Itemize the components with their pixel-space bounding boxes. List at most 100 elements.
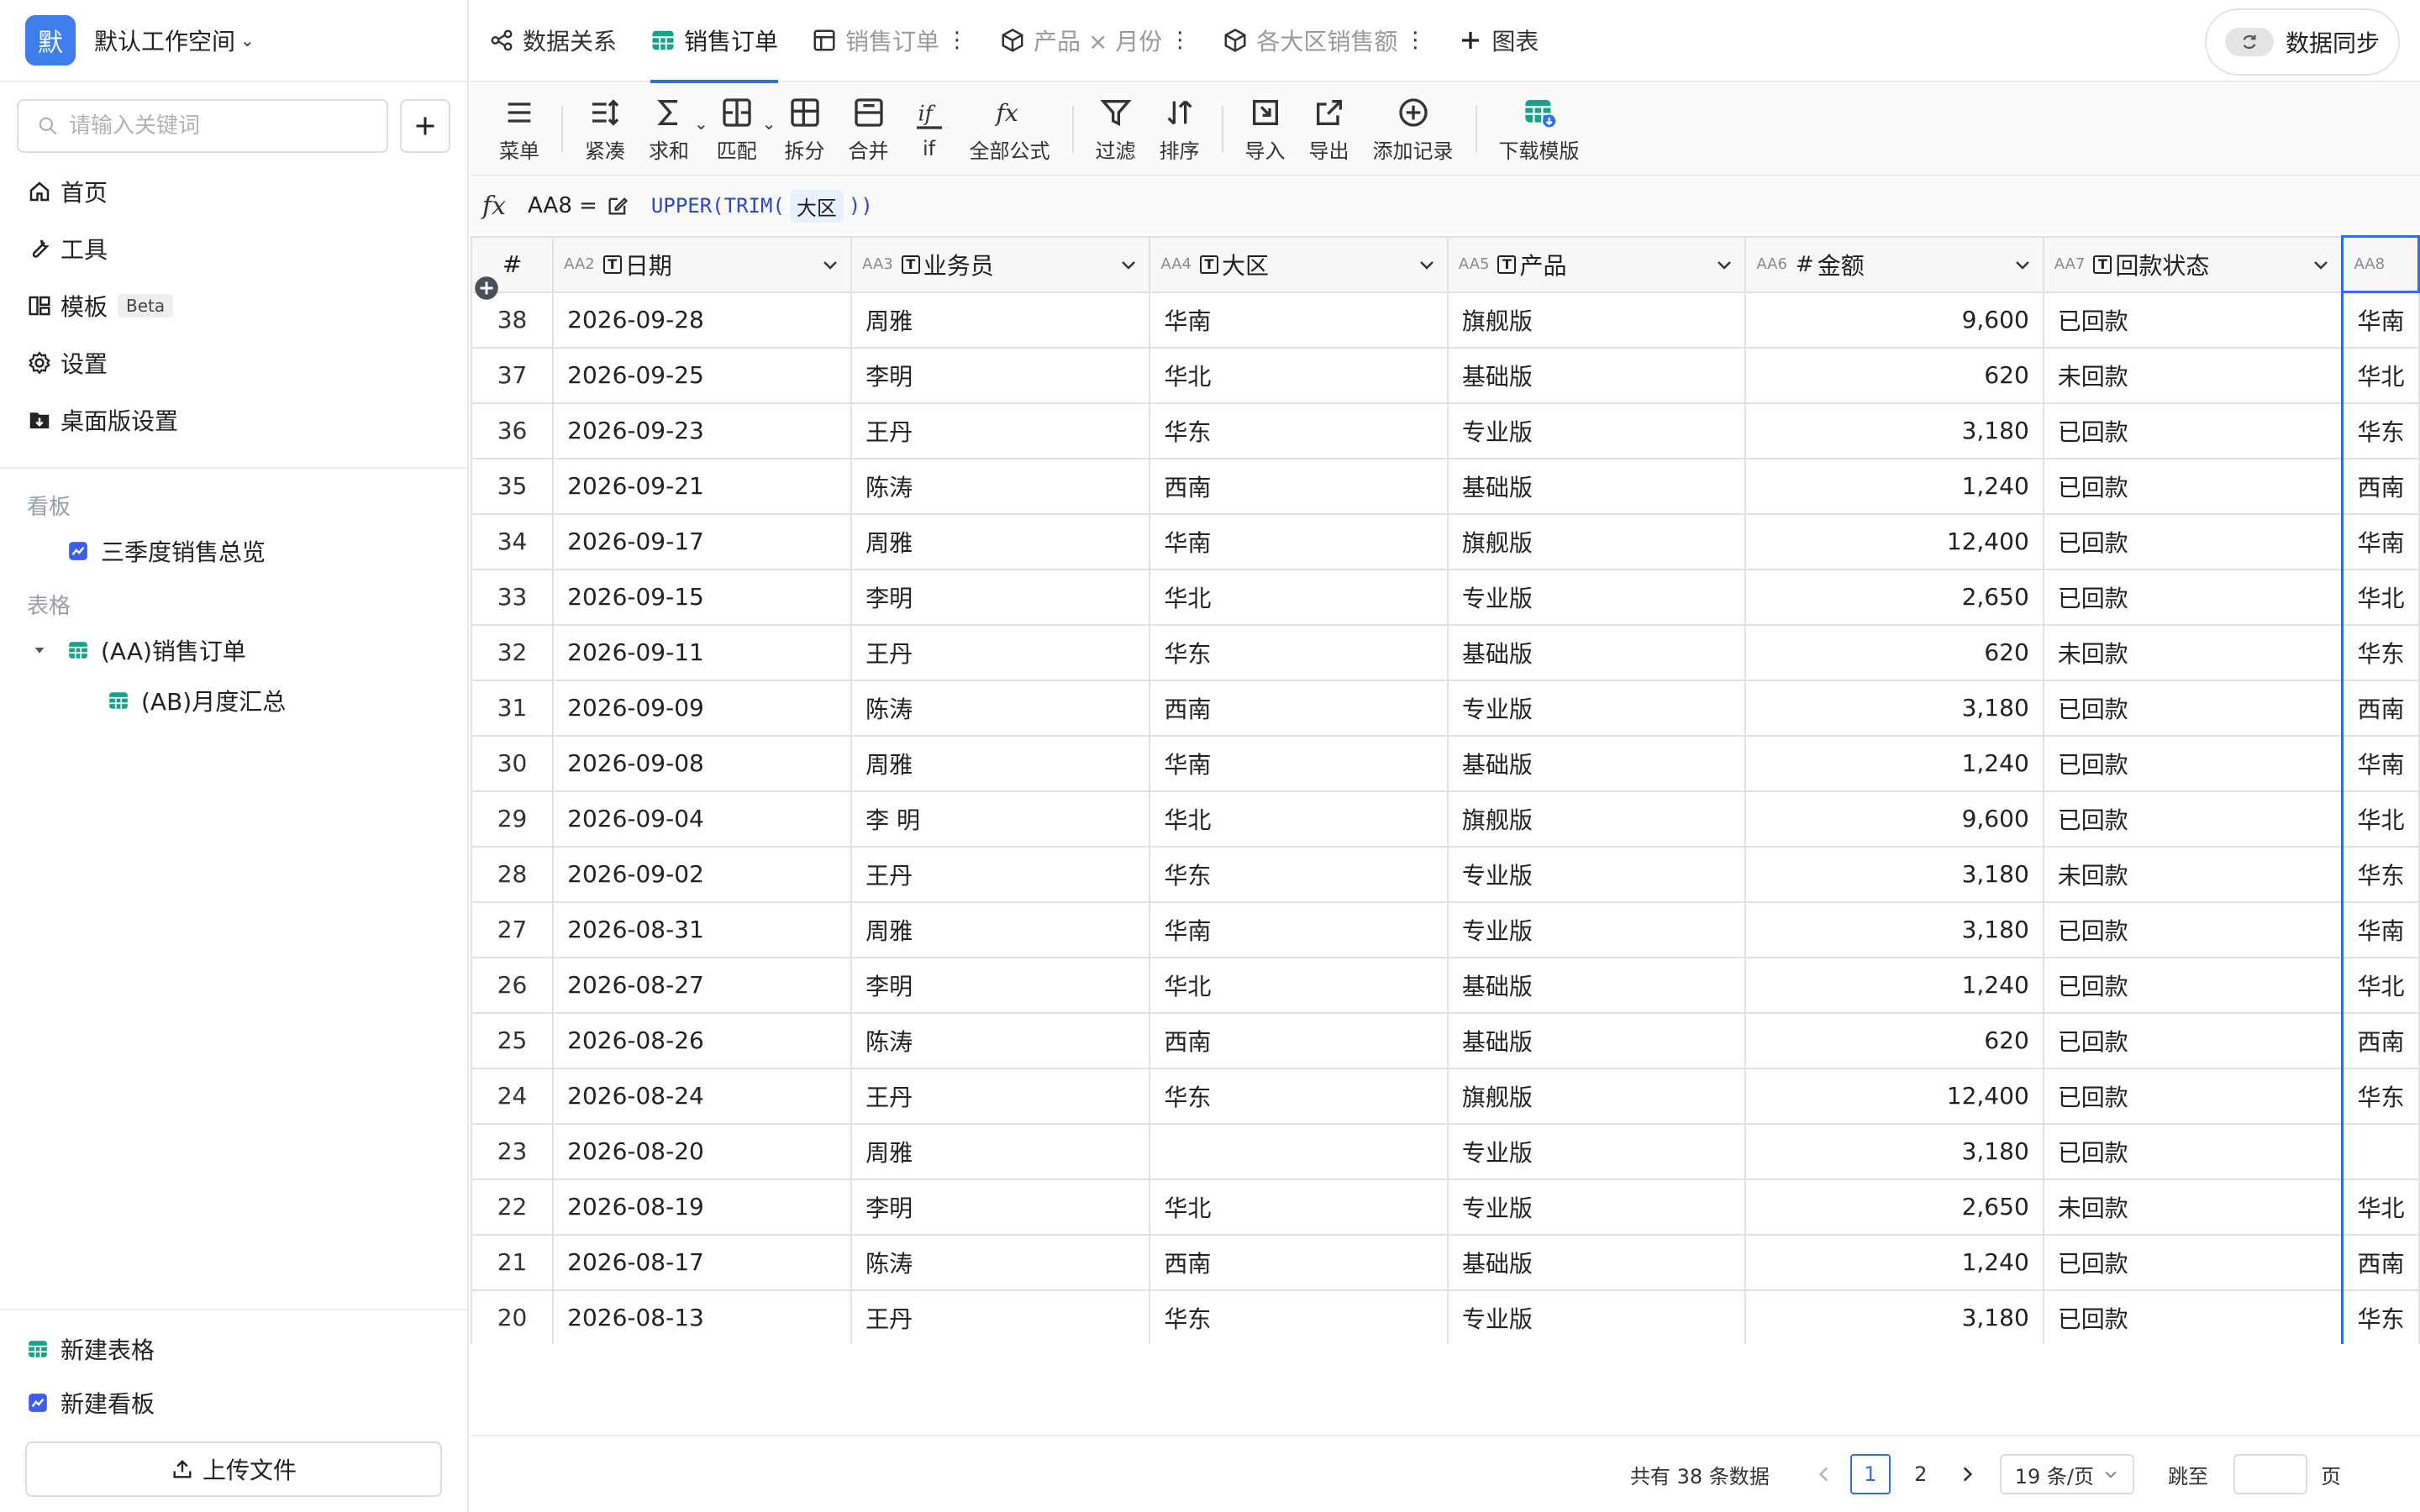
chevron-left-icon[interactable] [1813,1463,1835,1485]
cell-aa8[interactable]: 华北 [2341,568,2420,626]
cell-date[interactable]: 2026-08-19 [552,1178,853,1236]
nav-item-desktop-settings[interactable]: 桌面版设置 [0,391,467,449]
cell-salesperson[interactable]: 陈涛 [850,679,1151,737]
cell-salesperson[interactable]: 王丹 [850,1289,1151,1344]
cell-payment-status[interactable]: 已回款 [2042,900,2344,958]
table-row[interactable]: 36 2026-09-23 王丹 华东 专业版 3,180 已回款 华东 [471,402,2420,459]
workspace-switcher[interactable]: 默 默认工作空间 ⌄ [0,0,467,82]
cell-date[interactable]: 2026-09-04 [552,790,853,848]
cell-amount[interactable]: 620 [1744,346,2044,404]
cell-date[interactable]: 2026-09-11 [552,623,853,681]
column-header-salesperson[interactable]: AA3 T 业务员 [850,235,1151,293]
more-icon[interactable]: ⋮ [1404,28,1426,53]
cell-date[interactable]: 2026-09-02 [552,845,853,903]
cell-salesperson[interactable]: 陈涛 [850,1233,1151,1291]
cell-date[interactable]: 2026-09-25 [552,346,853,404]
column-header-aa8[interactable]: AA8 [2341,235,2420,293]
cell-amount[interactable]: 3,180 [1744,845,2044,903]
table-row[interactable]: 22 2026-08-19 李明 华北 专业版 2,650 未回款 华北 [471,1178,2420,1236]
cell-salesperson[interactable]: 周雅 [850,900,1151,958]
menu-button[interactable]: 菜单 [487,83,551,176]
cell-product[interactable]: 基础版 [1446,457,1747,515]
cell-region[interactable]: 华南 [1149,900,1449,958]
cell-amount[interactable]: 2,650 [1744,1178,2044,1236]
cell-aa8[interactable]: 华东 [2341,1289,2420,1344]
cell-date[interactable]: 2026-09-23 [552,402,853,459]
table-row[interactable]: 23 2026-08-20 周雅 专业版 3,180 已回款 [471,1122,2420,1180]
new-board-button[interactable]: 新建看板 [0,1376,467,1430]
table-row[interactable]: 31 2026-09-09 陈涛 西南 专业版 3,180 已回款 西南 [471,679,2420,737]
compact-button[interactable]: 紧凑 [573,83,637,176]
cell-region[interactable]: 西南 [1149,679,1449,737]
board-item-q3-sales[interactable]: 三季度销售总览 [0,526,467,576]
cell-aa8[interactable]: 华东 [2341,623,2420,681]
cell-payment-status[interactable]: 未回款 [2042,1178,2344,1236]
table-row[interactable]: 30 2026-09-08 周雅 华南 基础版 1,240 已回款 华南 [471,734,2420,792]
cell-region[interactable]: 西南 [1149,457,1449,515]
cell-region[interactable]: 华东 [1149,845,1449,903]
cell-payment-status[interactable]: 已回款 [2042,679,2344,737]
cell-region[interactable]: 华东 [1149,623,1449,681]
tab-region-sales[interactable]: 各大区销售额 ⋮ [1206,0,1441,81]
cell-aa8[interactable]: 华南 [2341,512,2420,570]
cell-aa8[interactable]: 华南 [2341,734,2420,792]
cell-salesperson[interactable]: 李明 [850,568,1151,626]
cell-salesperson[interactable]: 王丹 [850,402,1151,459]
cell-region[interactable]: 华东 [1149,1067,1449,1125]
cell-date[interactable]: 2026-08-17 [552,1233,853,1291]
cell-region[interactable]: 华南 [1149,734,1449,792]
sum-button[interactable]: 求和 [637,83,701,176]
cell-amount[interactable]: 1,240 [1744,1233,2044,1291]
nav-item-templates[interactable]: 模板 Beta [0,277,467,334]
table-row[interactable]: 32 2026-09-11 王丹 华东 基础版 620 未回款 华东 [471,623,2420,681]
cell-region[interactable]: 华北 [1149,346,1449,404]
add-chart-button[interactable]: 图表 [1441,0,1555,81]
cell-salesperson[interactable]: 周雅 [850,512,1151,570]
cell-amount[interactable]: 3,180 [1744,900,2044,958]
cell-region[interactable]: 华北 [1149,568,1449,626]
cell-payment-status[interactable]: 已回款 [2042,956,2344,1014]
page-2-button[interactable]: 2 [1901,1454,1941,1494]
cell-region[interactable]: 华北 [1149,956,1449,1014]
cell-date[interactable]: 2026-08-27 [552,956,853,1014]
add-button[interactable] [400,99,450,153]
table-row[interactable]: 38 2026-09-28 周雅 华南 旗舰版 9,600 已回款 华南 [471,291,2420,349]
table-row[interactable]: 37 2026-09-25 李明 华北 基础版 620 未回款 华北 [471,346,2420,404]
add-row-icon[interactable] [474,276,499,301]
cell-salesperson[interactable]: 王丹 [850,623,1151,681]
cell-amount[interactable]: 2,650 [1744,568,2044,626]
cell-amount[interactable]: 1,240 [1744,956,2044,1014]
cell-product[interactable]: 基础版 [1446,734,1747,792]
table-row[interactable]: 26 2026-08-27 李明 华北 基础版 1,240 已回款 华北 [471,956,2420,1014]
merge-button[interactable]: 合并 [837,83,901,176]
chevron-down-icon[interactable] [1118,255,1139,275]
edit-icon[interactable] [606,194,629,218]
if-button[interactable]: if if [901,83,958,176]
search-box[interactable] [17,99,389,153]
cell-aa8[interactable]: 华南 [2341,291,2420,349]
cell-aa8[interactable]: 华北 [2341,346,2420,404]
cell-amount[interactable]: 9,600 [1744,790,2044,848]
cell-product[interactable]: 专业版 [1446,1178,1747,1236]
nav-item-tools[interactable]: 工具 [0,220,467,277]
cell-product[interactable]: 基础版 [1446,346,1747,404]
table-item-aa[interactable]: (AA)销售订单 [0,625,467,675]
cell-aa8[interactable]: 华北 [2341,956,2420,1014]
cell-amount[interactable]: 3,180 [1744,1122,2044,1180]
jump-page-input[interactable] [2233,1454,2307,1494]
table-row[interactable]: 25 2026-08-26 陈涛 西南 基础版 620 已回款 西南 [471,1011,2420,1069]
column-header-payment-status[interactable]: AA7 T 回款状态 [2042,235,2344,293]
cell-region[interactable]: 华南 [1149,512,1449,570]
cell-payment-status[interactable]: 未回款 [2042,346,2344,404]
table-row[interactable]: 27 2026-08-31 周雅 华南 专业版 3,180 已回款 华南 [471,900,2420,958]
cell-product[interactable]: 基础版 [1446,623,1747,681]
table-item-ab[interactable]: (AB)月度汇总 [0,675,467,726]
chevron-right-icon[interactable] [1956,1463,1978,1485]
formula-bar[interactable]: fx AA8 = UPPER(TRIM( 大区 )) [471,178,2420,234]
cell-product[interactable]: 基础版 [1446,1011,1747,1069]
cell-salesperson[interactable]: 周雅 [850,291,1151,349]
page-1-button[interactable]: 1 [1849,1454,1891,1494]
chevron-down-icon[interactable] [2311,255,2331,275]
column-header-date[interactable]: AA2 T 日期 [552,235,853,293]
cell-product[interactable]: 专业版 [1446,1122,1747,1180]
